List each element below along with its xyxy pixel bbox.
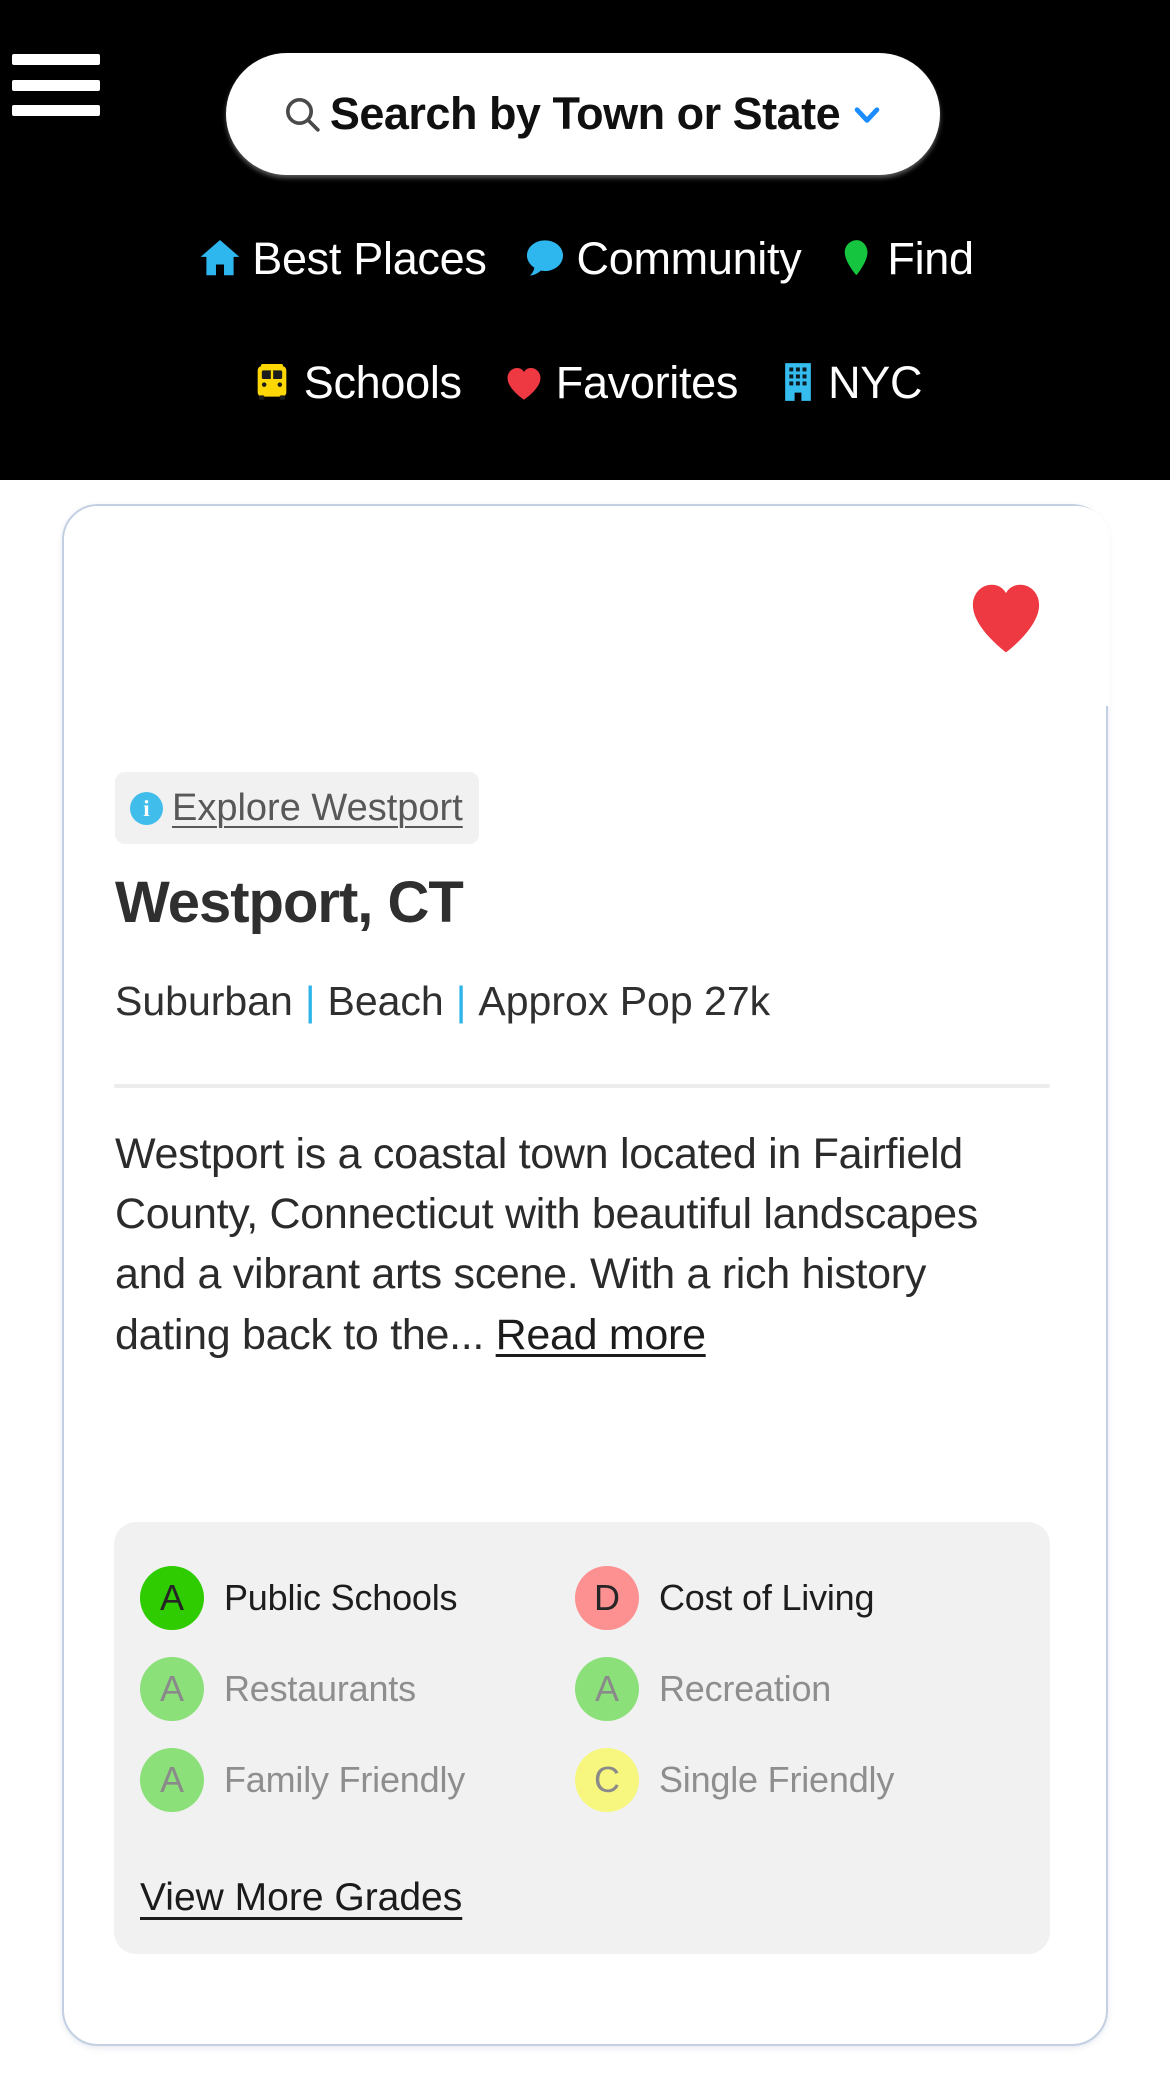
info-icon: i: [130, 791, 163, 825]
nav-label: NYC: [828, 356, 923, 408]
page-title: Westport, CT: [115, 870, 464, 935]
meta-divider: [114, 1084, 1050, 1088]
nav-item-community[interactable]: Community: [521, 234, 802, 282]
grade-badge: A: [575, 1656, 639, 1721]
read-more-link[interactable]: Read more: [496, 1311, 706, 1359]
search-placeholder: Search by Town or State: [329, 88, 841, 139]
grades-panel: A Public Schools D Cost of Living A Rest…: [114, 1522, 1050, 1954]
grade-label: Single Friendly: [659, 1758, 895, 1800]
grades-grid: A Public Schools D Cost of Living A Rest…: [140, 1552, 1024, 1825]
grade-badge: A: [140, 1565, 204, 1630]
town-description: Westport is a coastal town located in Fa…: [115, 1124, 1045, 1365]
grade-label: Recreation: [659, 1667, 832, 1709]
nav-label: Community: [576, 232, 802, 284]
grade-label: Cost of Living: [659, 1576, 875, 1618]
nav-item-find[interactable]: Find: [835, 232, 974, 284]
grade-label: Public Schools: [224, 1576, 458, 1618]
meta-separator: |: [304, 978, 316, 1024]
secondary-nav-row: Schools Favorites NYC: [0, 349, 1170, 415]
town-card[interactable]: i Explore Westport Westport, CT Suburban…: [62, 504, 1110, 2046]
grade-label: Family Friendly: [224, 1758, 466, 1800]
grade-badge: A: [140, 1747, 204, 1812]
grade-badge: C: [575, 1747, 639, 1812]
grade-label: Restaurants: [224, 1667, 416, 1709]
home-icon: [196, 234, 244, 282]
meta-item-type: Suburban: [115, 978, 293, 1024]
nav-item-favorites[interactable]: Favorites: [500, 358, 738, 406]
nav-item-best-places[interactable]: Best Places: [196, 232, 487, 284]
map-pin-icon: [835, 234, 879, 282]
hamburger-bar: [12, 79, 100, 91]
nav-item-schools[interactable]: Schools: [248, 358, 462, 406]
nav-label: Schools: [303, 356, 462, 408]
chevron-down-icon[interactable]: [850, 97, 884, 131]
site-header: Search by Town or State Best Places Comm…: [0, 0, 1170, 480]
grade-badge: A: [140, 1656, 204, 1721]
town-meta: Suburban | Beach | Approx Pop 27k: [115, 978, 770, 1025]
grade-item-public-schools[interactable]: A Public Schools: [140, 1552, 565, 1643]
nav-label: Favorites: [555, 356, 739, 408]
meta-item-feature: Beach: [327, 978, 444, 1024]
meta-item-population: Approx Pop 27k: [478, 978, 771, 1024]
hamburger-menu-icon[interactable]: [12, 50, 100, 120]
primary-nav-row: Best Places Community Find: [0, 225, 1170, 291]
nav-label: Find: [887, 232, 974, 284]
grade-item-restaurants[interactable]: A Restaurants: [140, 1643, 565, 1734]
search-icon: [285, 98, 320, 132]
school-bus-icon: [248, 358, 296, 406]
meta-separator: |: [455, 978, 467, 1024]
grade-item-family-friendly[interactable]: A Family Friendly: [140, 1734, 565, 1825]
card-image-area: [64, 506, 1110, 706]
hamburger-bar: [12, 54, 100, 65]
hamburger-bar: [12, 105, 100, 116]
chat-bubble-icon: [521, 234, 569, 282]
view-more-grades-link[interactable]: View More Grades: [140, 1876, 462, 1920]
grade-item-cost-of-living[interactable]: D Cost of Living: [575, 1552, 1000, 1643]
heart-icon: [500, 358, 548, 406]
building-icon: [776, 358, 820, 406]
favorite-heart-icon[interactable]: [962, 576, 1050, 656]
nav-label: Best Places: [252, 232, 487, 284]
search-input[interactable]: Search by Town or State: [226, 53, 940, 175]
grade-badge: D: [575, 1565, 639, 1630]
grade-item-single-friendly[interactable]: C Single Friendly: [575, 1734, 1000, 1825]
grade-item-recreation[interactable]: A Recreation: [575, 1643, 1000, 1734]
explore-town-label: Explore Westport: [172, 786, 463, 829]
explore-town-button[interactable]: i Explore Westport: [115, 772, 479, 844]
nav-item-nyc[interactable]: NYC: [776, 356, 923, 408]
